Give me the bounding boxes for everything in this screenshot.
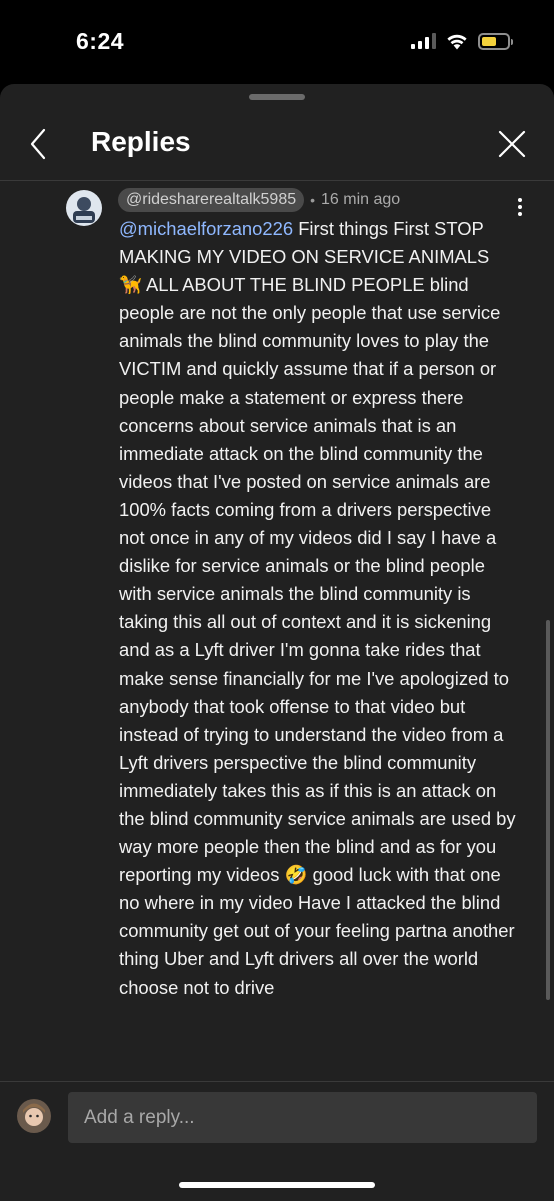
comment-text: @michaelforzano226 First things First ST… xyxy=(119,215,517,1002)
page-title: Replies xyxy=(91,126,191,157)
avatar xyxy=(17,1099,51,1133)
comment-body-text: First things First STOP MAKING MY VIDEO … xyxy=(119,218,516,998)
battery-icon xyxy=(478,32,513,50)
comment: @ridesharerealtalk5985 • 16 min ago @mic… xyxy=(0,181,554,1081)
reply-bar xyxy=(0,1081,554,1201)
status-time: 6:24 xyxy=(76,28,125,54)
close-button[interactable] xyxy=(494,126,530,162)
wifi-icon xyxy=(447,34,467,50)
replies-sheet: Replies @ridesharerealtalk5985 • 16 min … xyxy=(0,84,554,1201)
mention-link[interactable]: @michaelforzano226 xyxy=(119,218,293,239)
status-bar: 6:24 xyxy=(0,0,554,84)
user-avatar-image xyxy=(17,1099,51,1133)
drag-handle[interactable] xyxy=(249,94,305,100)
meta-separator: • xyxy=(310,192,316,208)
cellular-signal-icon xyxy=(411,33,436,49)
home-indicator xyxy=(179,1182,375,1188)
replies-header: Replies xyxy=(0,104,554,181)
chevron-left-icon xyxy=(30,128,46,160)
commenter-avatar-image xyxy=(66,190,102,226)
back-button[interactable] xyxy=(24,124,54,164)
scrollbar[interactable] xyxy=(546,620,550,1000)
author-name[interactable]: @ridesharerealtalk5985 xyxy=(118,188,305,212)
avatar[interactable] xyxy=(66,190,102,226)
comment-meta: @ridesharerealtalk5985 • 16 min ago xyxy=(118,188,400,212)
battery-fill xyxy=(482,36,497,46)
reply-input[interactable] xyxy=(68,1092,537,1143)
status-icons xyxy=(411,32,513,50)
close-icon xyxy=(498,130,526,158)
comment-timestamp: 16 min ago xyxy=(321,191,401,208)
